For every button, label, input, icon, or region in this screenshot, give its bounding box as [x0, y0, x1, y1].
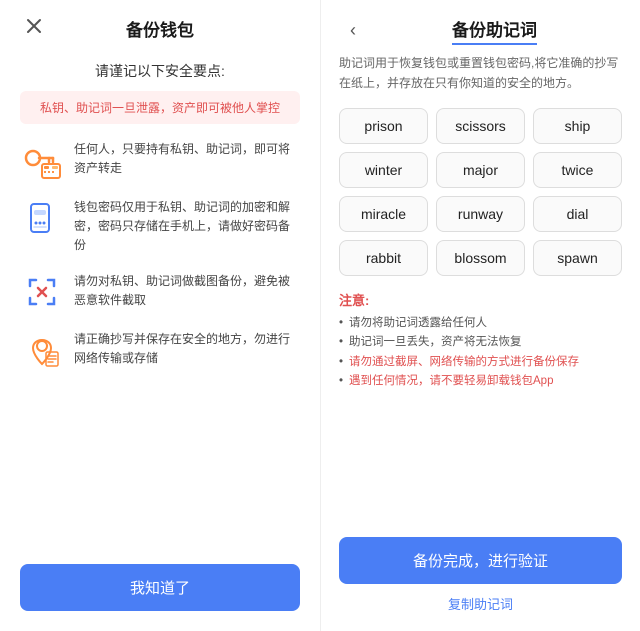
note-item-2: 助记词一旦丢失，资产将无法恢复: [339, 333, 622, 353]
back-button[interactable]: ‹: [339, 17, 367, 45]
mnemonic-word-12: spawn: [533, 240, 622, 276]
copy-mnemonic-link[interactable]: 复制助记词: [339, 594, 622, 613]
right-title: 备份助记词: [452, 16, 537, 45]
confirm-backup-button[interactable]: 备份完成，进行验证: [339, 537, 622, 584]
left-panel: 备份钱包 请谨记以下安全要点: 私钥、助记词一旦泄露，资产即可被他人掌控: [0, 0, 320, 631]
warning-text: 私钥、助记词一旦泄露，资产即可被他人掌控: [34, 99, 286, 116]
scan-x-icon: [20, 270, 64, 314]
note-text-1: 请勿将助记词透露给任何人: [349, 317, 487, 329]
location-icon: [20, 328, 64, 372]
notes-section: 注意: 请勿将助记词透露给任何人 助记词一旦丢失，资产将无法恢复 请勿通过截屏、…: [339, 290, 622, 392]
note-item-4: 遇到任何情况，请不要轻易卸载钱包App: [339, 372, 622, 392]
security-item-2: 钱包密码仅用于私钥、助记词的加密和解密，密码只存储在手机上，请做好密码备份: [20, 196, 300, 256]
mnemonic-word-11: blossom: [436, 240, 525, 276]
note-item-3: 请勿通过截屏、网络传输的方式进行备份保存: [339, 353, 622, 373]
security-item-3: 请勿对私钥、助记词做截图备份，避免被恶意软件截取: [20, 270, 300, 314]
notes-list: 请勿将助记词透露给任何人 助记词一旦丢失，资产将无法恢复 请勿通过截屏、网络传输…: [339, 314, 622, 392]
left-header: 备份钱包: [20, 0, 300, 51]
mnemonic-word-6: twice: [533, 152, 622, 188]
close-button[interactable]: [20, 12, 48, 40]
warning-box: 私钥、助记词一旦泄露，资产即可被他人掌控: [20, 91, 300, 124]
notes-title: 注意:: [339, 290, 622, 309]
mnemonic-word-3: ship: [533, 108, 622, 144]
left-title: 备份钱包: [126, 16, 194, 41]
mnemonic-word-9: dial: [533, 196, 622, 232]
security-item-4: 请正确抄写并保存在安全的地方，勿进行网络传输或存储: [20, 328, 300, 372]
right-panel: ‹ 备份助记词 助记词用于恢复钱包或重置钱包密码,将它准确的抄写在纸上，并存放在…: [320, 0, 640, 631]
security-text-2: 钱包密码仅用于私钥、助记词的加密和解密，密码只存储在手机上，请做好密码备份: [74, 196, 300, 256]
left-subtitle: 请谨记以下安全要点:: [95, 61, 225, 81]
security-text-1: 任何人，只要持有私钥、助记词，即可将资产转走: [74, 138, 300, 178]
mnemonic-word-1: prison: [339, 108, 428, 144]
mnemonic-word-10: rabbit: [339, 240, 428, 276]
phone-dots-icon: [20, 196, 64, 240]
mnemonic-word-4: winter: [339, 152, 428, 188]
mnemonic-word-5: major: [436, 152, 525, 188]
mnemonic-word-7: miracle: [339, 196, 428, 232]
close-icon: [26, 18, 42, 34]
note-item-1: 请勿将助记词透露给任何人: [339, 314, 622, 334]
security-item-1: 任何人，只要持有私钥、助记词，即可将资产转走: [20, 138, 300, 182]
security-text-3: 请勿对私钥、助记词做截图备份，避免被恶意软件截取: [74, 270, 300, 310]
acknowledge-button[interactable]: 我知道了: [20, 564, 300, 611]
right-title-wrap: 备份助记词: [367, 16, 622, 45]
right-header: ‹ 备份助记词: [339, 0, 622, 53]
right-description: 助记词用于恢复钱包或重置钱包密码,将它准确的抄写在纸上，并存放在只有你知道的安全…: [339, 53, 622, 94]
note-text-4: 遇到任何情况，请不要轻易卸载钱包App: [349, 375, 553, 387]
note-text-3: 请勿通过截屏、网络传输的方式进行备份保存: [349, 356, 579, 368]
mnemonic-word-8: runway: [436, 196, 525, 232]
key-calc-icon: [20, 138, 64, 182]
security-text-4: 请正确抄写并保存在安全的地方，勿进行网络传输或存储: [74, 328, 300, 368]
mnemonic-grid: prison scissors ship winter major twice …: [339, 108, 622, 276]
security-items-list: 任何人，只要持有私钥、助记词，即可将资产转走 钱包密码仅用于私钥、助记词的加密和…: [20, 138, 300, 550]
note-text-2: 助记词一旦丢失，资产将无法恢复: [349, 336, 522, 348]
mnemonic-word-2: scissors: [436, 108, 525, 144]
